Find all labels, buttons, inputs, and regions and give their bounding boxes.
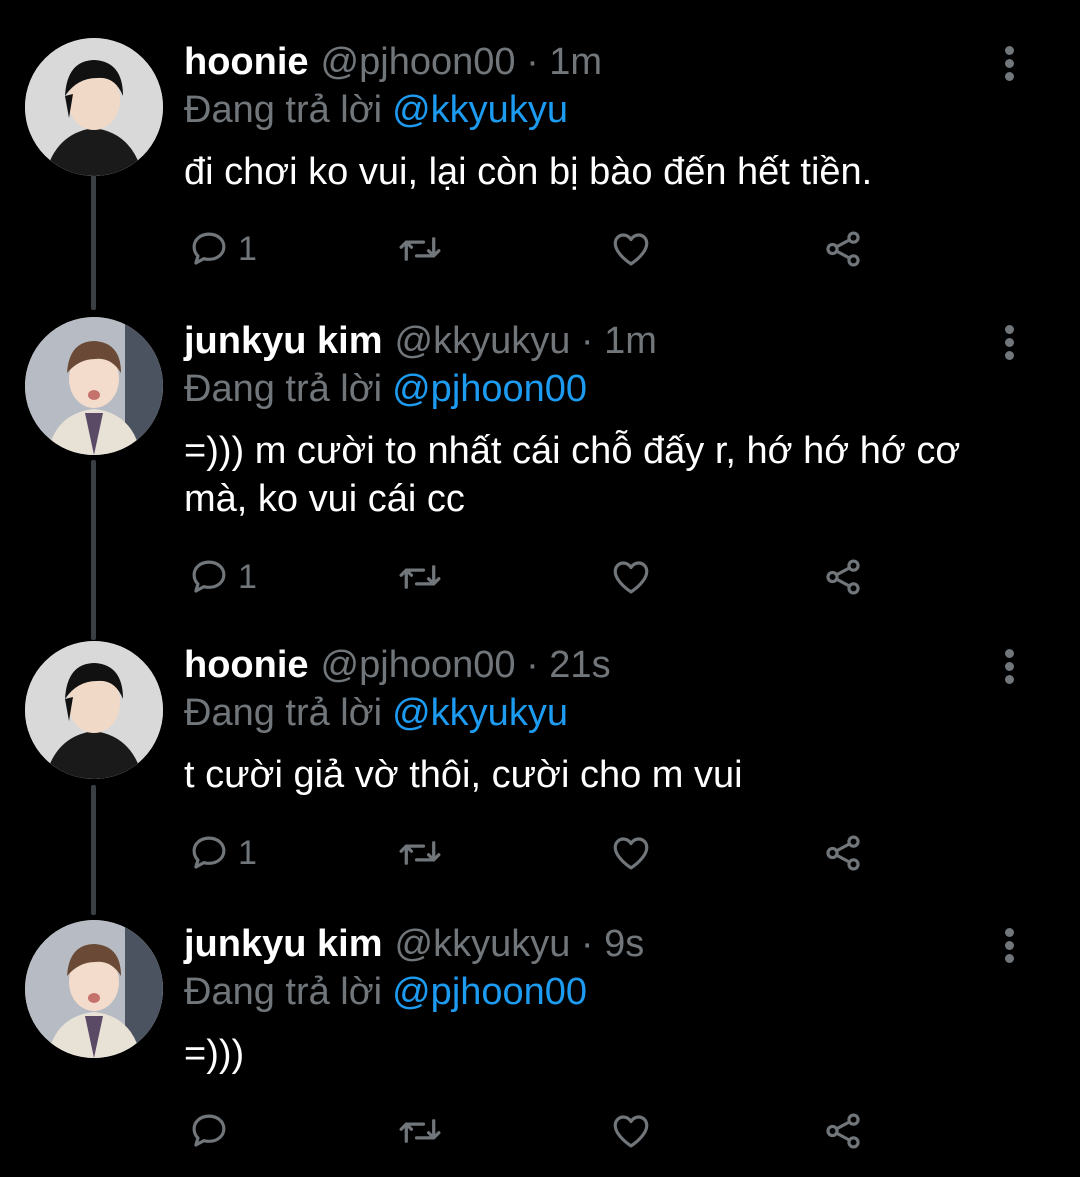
reply-count: 1 [238,833,257,872]
heart-icon [613,561,649,594]
reply-mention-link[interactable]: @kkyukyu [392,692,568,734]
speech-bubble-icon [192,560,226,593]
speech-bubble-icon [192,1114,226,1147]
like-button[interactable] [610,226,652,272]
heart-icon [613,1115,649,1148]
share-button[interactable] [822,830,864,876]
retweet-arrows-icon [399,1119,441,1143]
tweet-text: t cười giả vờ thôi, cười cho m vui [184,754,743,796]
tweet-text: =))) [184,1033,245,1075]
reply-count: 1 [238,557,257,596]
share-icon [826,559,860,595]
avatar-junkyu-kim[interactable] [25,920,163,1058]
user-handle[interactable]: @kkyukyu [395,320,571,362]
thread-connector-line [91,170,96,310]
avatar-image [25,317,163,455]
user-handle[interactable]: @pjhoon00 [321,41,516,83]
replying-to-label: Đang trả lời [184,89,383,131]
tweet-text: đi chơi ko vui, lại còn bị bào đến hết t… [184,151,873,193]
reply-count: 1 [238,229,257,268]
retweet-button[interactable] [396,1108,444,1154]
speech-bubble-icon [192,836,226,869]
share-icon [826,1113,860,1149]
more-options-icon[interactable] [994,325,1024,365]
like-button[interactable] [610,1108,652,1154]
separator-dot: · [580,923,594,965]
share-button[interactable] [822,1108,864,1154]
reply-button[interactable]: 1 [188,226,257,272]
display-name[interactable]: hoonie [184,41,309,83]
reply-mention-link[interactable]: @pjhoon00 [392,368,587,410]
retweet-arrows-icon [399,841,441,865]
replying-to-label: Đang trả lời [184,368,383,410]
reply-mention-link[interactable]: @pjhoon00 [392,971,587,1013]
avatar-junkyu-kim[interactable] [25,317,163,455]
retweet-button[interactable] [396,830,444,876]
speech-bubble-icon [192,232,226,265]
avatar-hoonie[interactable] [25,38,163,176]
thread-connector-line [91,785,96,915]
share-icon [826,835,860,871]
tweet-actions-bar: 1 [184,226,884,272]
user-handle[interactable]: @pjhoon00 [321,644,516,686]
like-button[interactable] [610,830,652,876]
separator-dot: · [526,644,539,686]
tweet-actions-bar: 1 [184,830,884,876]
heart-icon [613,837,649,870]
retweet-arrows-icon [399,237,441,261]
avatar-image [25,38,163,176]
replying-to-label: Đang trả lời [184,692,383,734]
retweet-button[interactable] [396,554,444,600]
timestamp[interactable]: 1m [604,320,657,362]
share-icon [826,231,860,267]
share-button[interactable] [822,226,864,272]
separator-dot: · [580,320,594,362]
timestamp[interactable]: 9s [604,923,644,965]
retweet-arrows-icon [399,565,441,589]
more-options-icon[interactable] [994,928,1024,968]
avatar-image [25,920,163,1058]
share-button[interactable] [822,554,864,600]
retweet-button[interactable] [396,226,444,272]
heart-icon [613,233,649,266]
like-button[interactable] [610,554,652,600]
tweet-text: =))) m cười to nhất cái chỗ đấy r, hớ hớ… [184,430,961,520]
thread-connector-line [91,460,96,640]
avatar-hoonie[interactable] [25,641,163,779]
reply-button[interactable]: 1 [188,830,257,876]
reply-mention-link[interactable]: @kkyukyu [392,89,568,131]
user-handle[interactable]: @kkyukyu [395,923,571,965]
display-name[interactable]: junkyu kim [184,923,383,965]
timestamp[interactable]: 21s [549,644,610,686]
display-name[interactable]: junkyu kim [184,320,383,362]
timestamp[interactable]: 1m [549,41,602,83]
reply-button[interactable]: 1 [188,554,257,600]
reply-button[interactable] [188,1108,238,1154]
avatar-image [25,641,163,779]
tweet-actions-bar [184,1108,884,1154]
tweet-actions-bar: 1 [184,554,884,600]
replying-to-label: Đang trả lời [184,971,383,1013]
more-options-icon[interactable] [994,649,1024,689]
display-name[interactable]: hoonie [184,644,309,686]
more-options-icon[interactable] [994,46,1024,86]
separator-dot: · [526,41,539,83]
